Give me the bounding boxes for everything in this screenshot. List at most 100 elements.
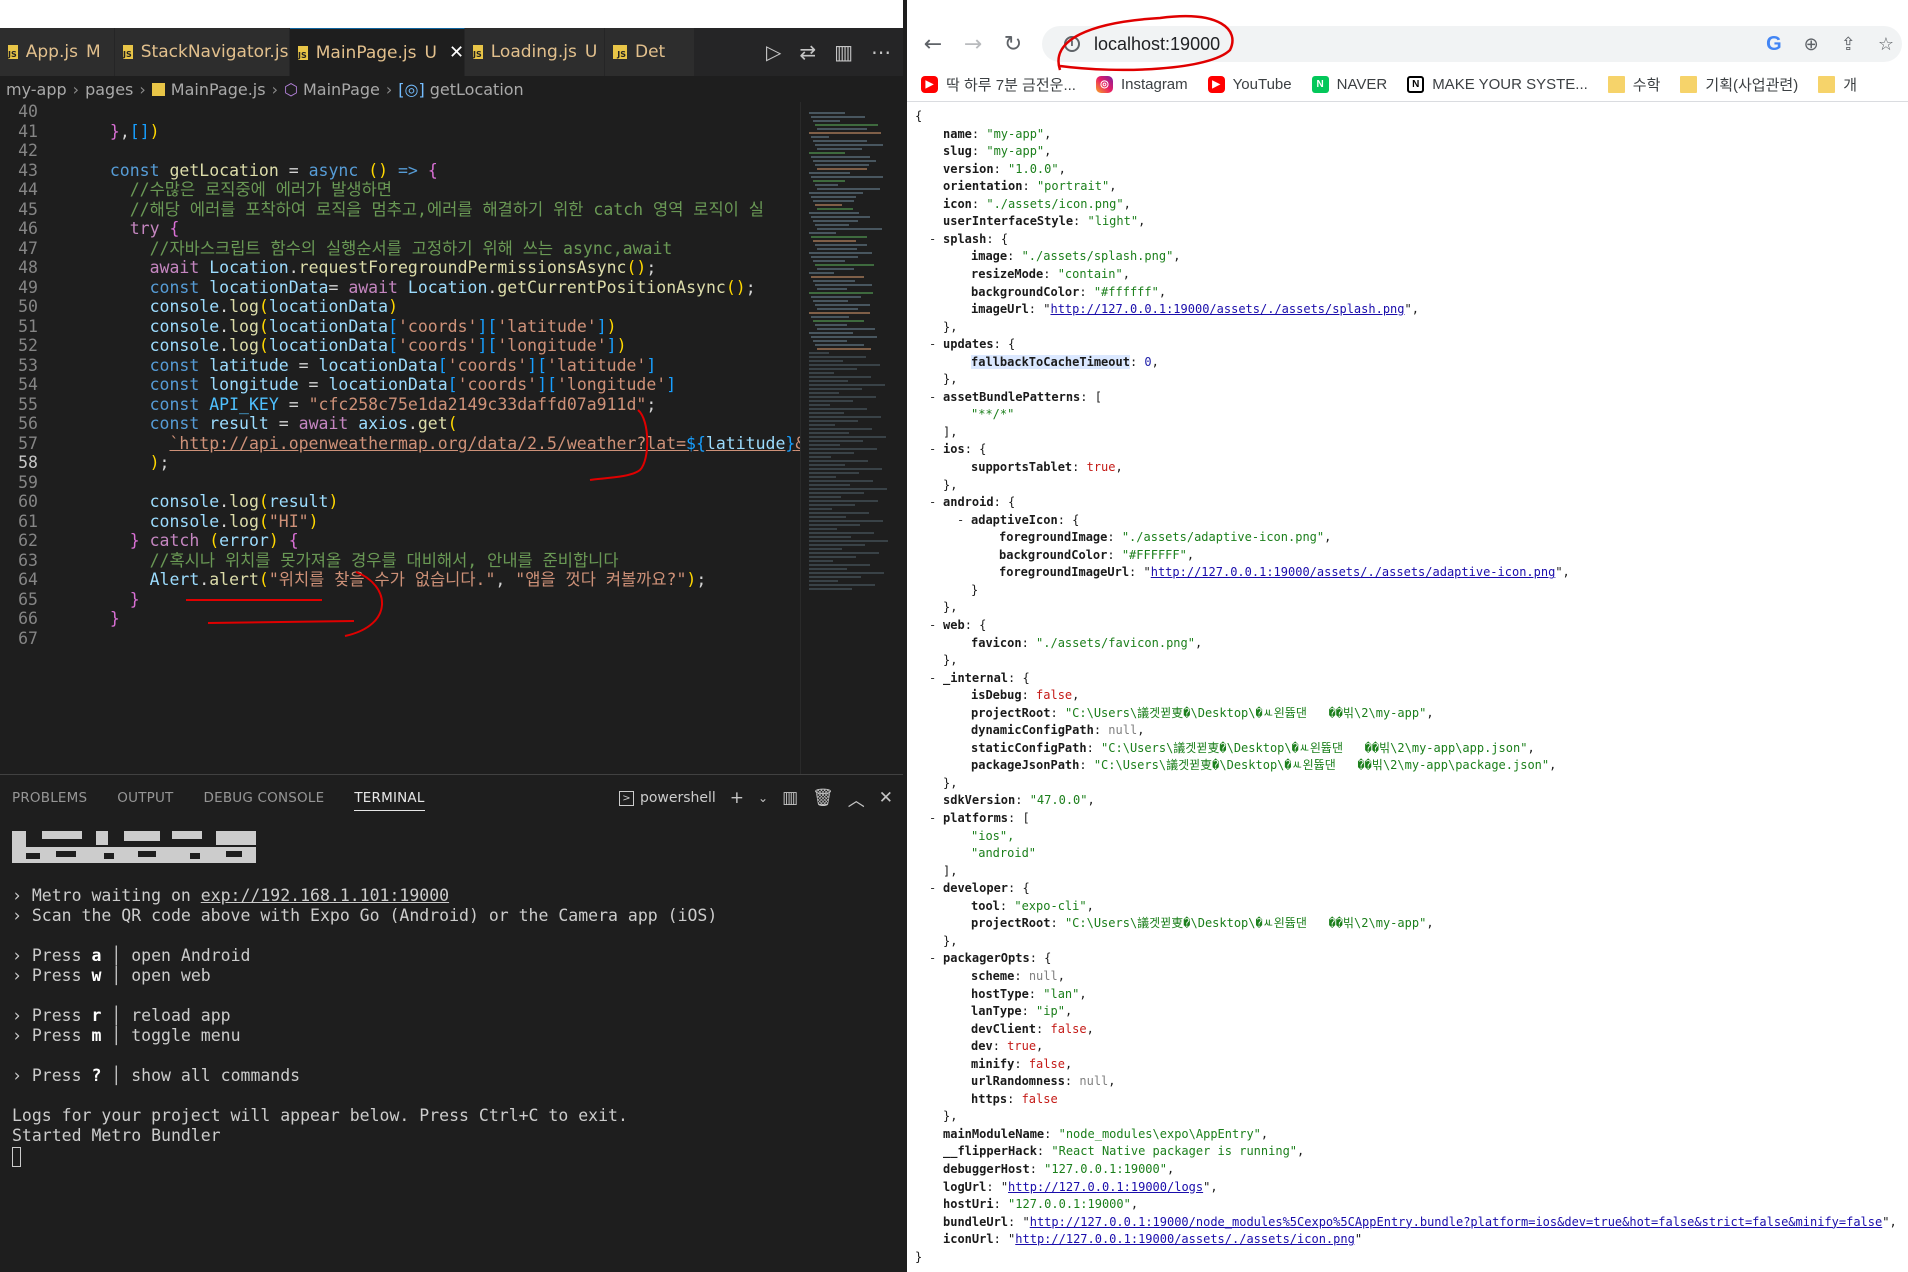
json-value: }, [943, 600, 958, 615]
minimap-line [809, 272, 835, 274]
minimap-line [813, 300, 849, 302]
json-key: dev [971, 1039, 993, 1054]
separator: │ [101, 1026, 132, 1045]
google-icon[interactable]: G [1766, 33, 1782, 56]
json-key: ios [943, 442, 965, 457]
json-link[interactable]: http://127.0.0.1:19000/assets/./assets/i… [1015, 1232, 1355, 1246]
info-icon[interactable]: i [1064, 36, 1080, 52]
bookmark-label: 수학 [1632, 77, 1661, 94]
minimap-line [815, 344, 864, 346]
bookmark-item[interactable]: 수학 [1607, 74, 1661, 95]
editor-tab[interactable]: JS MainPage.js U ✕ [290, 28, 465, 76]
json-key: bundleUrl [943, 1214, 1009, 1229]
collapse-toggle[interactable]: - [957, 512, 964, 529]
collapse-toggle[interactable]: - [929, 617, 936, 634]
json-key: debuggerHost [943, 1162, 1030, 1176]
add-terminal-icon[interactable]: + [730, 788, 744, 808]
run-icon[interactable]: ▷ [766, 40, 781, 64]
minimap-line [809, 112, 845, 114]
json-key: android [943, 495, 994, 510]
forward-arrow-icon[interactable]: → [953, 32, 993, 57]
minimap-line [817, 248, 857, 250]
json-key: https [971, 1091, 1008, 1106]
panel-tab-problems[interactable]: PROBLEMS [12, 790, 87, 806]
breadcrumb-folder[interactable]: my-app [6, 80, 67, 99]
bookmark-item[interactable]: N MAKE YOUR SYSTE... [1407, 76, 1588, 93]
code-line[interactable]: 67 [0, 627, 800, 651]
json-link[interactable]: http://127.0.0.1:19000/node_modules%5Cex… [1030, 1215, 1883, 1229]
json-key: image [971, 249, 1008, 264]
back-arrow-icon[interactable]: ← [913, 32, 953, 57]
json-value: "./assets/splash.png" [1021, 249, 1174, 264]
bookmark-label: Instagram [1120, 76, 1188, 93]
minimap-line [817, 328, 875, 330]
panel-tab-terminal[interactable]: TERMINAL [354, 785, 425, 811]
split-terminal-icon[interactable]: ▥ [782, 788, 798, 808]
metro-url[interactable]: exp://192.168.1.101:19000 [201, 886, 449, 905]
json-link[interactable]: http://127.0.0.1:19000/logs [1008, 1180, 1203, 1194]
editor-tab[interactable]: JS Det [605, 28, 695, 76]
collapse-toggle[interactable]: - [929, 880, 936, 897]
terminal-cursor[interactable] [12, 1146, 21, 1167]
json-value: "C:\Users\議겟뀓叓�\Desktop\�ㅻ왼뜝댄 ��빆\2\my-a… [1093, 758, 1550, 773]
editor-tab[interactable]: JS App.js M [0, 28, 115, 76]
compare-icon[interactable]: ⇄ [799, 40, 816, 64]
collapse-toggle[interactable]: - [929, 950, 936, 967]
bookmark-item[interactable]: 기획(사업관련) [1680, 74, 1798, 95]
terminal-output[interactable]: › Metro waiting on exp://192.168.1.101:1… [12, 827, 892, 1267]
address-bar[interactable]: i localhost:19000 G ⊕ ⇪ ☆ [1042, 26, 1902, 62]
collapse-toggle[interactable]: - [929, 336, 936, 353]
collapse-toggle[interactable]: - [929, 670, 936, 687]
bookmark-item[interactable]: 개 [1818, 74, 1857, 95]
editor-tab[interactable]: JSStackNavigator.jsU [115, 28, 309, 76]
bookmark-item[interactable]: ▶ YouTube [1207, 76, 1292, 93]
naver-icon: N [1311, 76, 1329, 93]
bookmark-star-icon[interactable]: ☆ [1878, 34, 1894, 55]
editor-tab[interactable]: JS Loading.js U [465, 28, 605, 76]
chevron-down-icon[interactable]: ⌄ [758, 791, 768, 805]
minimap-line [809, 452, 854, 454]
breadcrumb-symbol[interactable]: MainPage [303, 80, 380, 99]
json-key: icon [943, 196, 972, 211]
minimap[interactable] [800, 102, 903, 774]
collapse-toggle[interactable]: - [929, 389, 936, 406]
code-text: const longitude = locationData['coords']… [149, 375, 677, 394]
panel-tab-output[interactable]: OUTPUT [117, 790, 173, 806]
more-actions-icon[interactable]: ⋯ [871, 40, 891, 64]
json-value: }, [943, 319, 958, 334]
trash-icon[interactable]: 🗑 [812, 788, 834, 808]
json-link[interactable]: http://127.0.0.1:19000/assets/./assets/s… [1050, 302, 1404, 316]
collapse-toggle[interactable]: - [929, 810, 936, 827]
maximize-panel-icon[interactable]: ︿ [848, 786, 865, 811]
minimap-line [809, 444, 840, 446]
command-key: r [91, 1006, 102, 1025]
bookmark-label: 기획(사업관련) [1705, 77, 1799, 94]
collapse-toggle[interactable]: - [929, 441, 936, 458]
share-icon[interactable]: ⇪ [1841, 34, 1856, 55]
breadcrumb-file[interactable]: MainPage.js [171, 80, 266, 99]
breadcrumb-folder[interactable]: pages [85, 80, 133, 99]
editor-actions: ▷ ⇄ ▥ ⋯ [755, 28, 903, 76]
code-editor[interactable]: 40 41 },[]) 42 43 const getLocation = async… [0, 102, 800, 774]
zoom-icon[interactable]: ⊕ [1804, 34, 1819, 55]
json-link[interactable]: http://127.0.0.1:19000/assets/./assets/a… [1151, 565, 1556, 579]
close-panel-icon[interactable]: ✕ [879, 788, 893, 808]
terminal-selector[interactable]: > powershell [618, 790, 716, 806]
address-url[interactable]: localhost:19000 [1094, 34, 1220, 55]
minimap-line [809, 420, 858, 422]
collapse-toggle[interactable]: - [929, 231, 936, 248]
code-text: `http://api.openweathermap.org/data/2.5/… [169, 433, 800, 453]
bookmark-item[interactable]: ▶ 딱 하루 7분 금전운... [921, 74, 1076, 95]
split-editor-icon[interactable]: ▥ [834, 40, 853, 64]
breadcrumb-symbol[interactable]: getLocation [430, 80, 524, 99]
json-value: true [1086, 460, 1116, 474]
panel-tab-debug-console[interactable]: DEBUG CONSOLE [204, 790, 325, 806]
json-value: "ip" [1036, 1004, 1065, 1019]
code-text: },[]) [109, 121, 160, 141]
bookmark-item[interactable]: N NAVER [1311, 76, 1387, 93]
json-value: }, [943, 933, 958, 948]
collapse-toggle[interactable]: - [929, 494, 936, 511]
reload-icon[interactable]: ↻ [993, 32, 1033, 57]
close-tab-icon[interactable]: ✕ [449, 42, 464, 63]
bookmark-item[interactable]: ◎ Instagram [1095, 76, 1188, 93]
